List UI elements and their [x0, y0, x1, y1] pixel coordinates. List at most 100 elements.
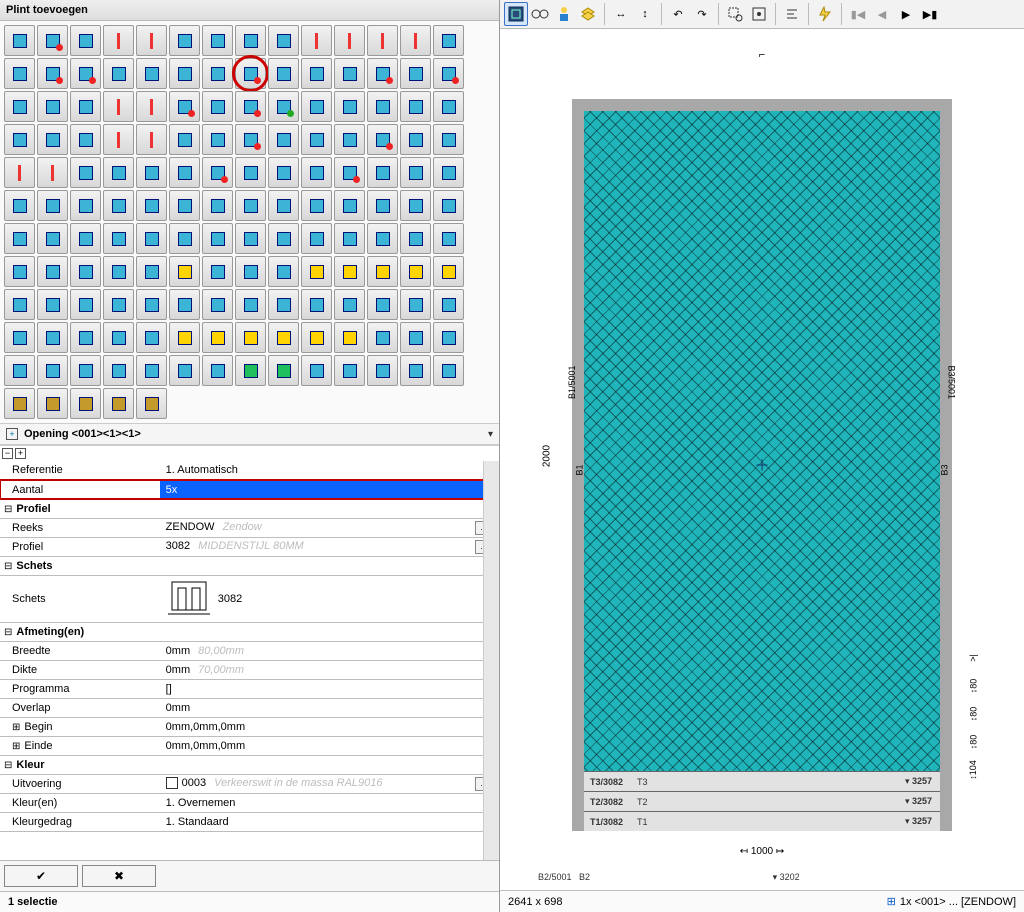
tool-button[interactable]	[202, 355, 233, 386]
prev-icon[interactable]: ◀	[870, 2, 894, 26]
tool-button[interactable]	[268, 322, 299, 353]
tool-button[interactable]	[169, 91, 200, 122]
tool-button[interactable]	[4, 388, 35, 419]
tool-button[interactable]	[136, 58, 167, 89]
tool-button[interactable]	[70, 388, 101, 419]
tool-button[interactable]	[334, 223, 365, 254]
tool-button[interactable]	[367, 91, 398, 122]
tool-button[interactable]	[37, 256, 68, 287]
expand-icon[interactable]: +	[6, 428, 18, 440]
tool-button[interactable]	[235, 25, 266, 56]
tool-button[interactable]	[4, 124, 35, 155]
tool-button[interactable]	[433, 91, 464, 122]
tool-button[interactable]	[334, 25, 365, 56]
tool-button[interactable]	[334, 190, 365, 221]
tool-button[interactable]	[400, 256, 431, 287]
tool-button[interactable]	[235, 91, 266, 122]
drawing-canvas[interactable]: ⌐ B4/5001 B4 3202 2000 B1 B3	[500, 29, 1024, 890]
tool-button[interactable]	[433, 322, 464, 353]
tool-button[interactable]	[103, 322, 134, 353]
tool-button[interactable]	[400, 25, 431, 56]
tool-button[interactable]	[103, 190, 134, 221]
tool-button[interactable]	[136, 124, 167, 155]
center-dot-icon[interactable]	[747, 2, 771, 26]
tool-button[interactable]	[400, 289, 431, 320]
tool-button[interactable]	[301, 322, 332, 353]
tool-button[interactable]	[235, 289, 266, 320]
tool-button[interactable]	[103, 223, 134, 254]
tool-button[interactable]	[334, 322, 365, 353]
prop-value-uitvoering[interactable]: 0003Verkeerswit in de massa RAL9016…	[160, 774, 499, 793]
tool-button[interactable]	[136, 322, 167, 353]
tool-button[interactable]	[268, 223, 299, 254]
tool-button[interactable]	[235, 322, 266, 353]
tool-button[interactable]	[169, 124, 200, 155]
chevron-down-icon[interactable]: ▾	[488, 429, 493, 440]
tool-button-highlighted[interactable]	[235, 58, 266, 89]
tool-button[interactable]	[235, 190, 266, 221]
tool-button[interactable]	[37, 124, 68, 155]
tool-button[interactable]	[103, 25, 134, 56]
prop-value-reeks[interactable]: ZENDOWZendow…	[160, 518, 499, 537]
tool-button[interactable]	[433, 157, 464, 188]
prop-value-overlap[interactable]: 0mm	[160, 698, 499, 717]
tool-button[interactable]	[301, 355, 332, 386]
tool-button[interactable]	[4, 355, 35, 386]
tool-button[interactable]	[268, 256, 299, 287]
tool-button[interactable]	[367, 157, 398, 188]
fit-height-icon[interactable]: ↕	[633, 2, 657, 26]
tool-button[interactable]	[70, 25, 101, 56]
tool-button[interactable]	[103, 124, 134, 155]
tool-button[interactable]	[367, 256, 398, 287]
cancel-button[interactable]: ✖	[82, 865, 156, 887]
tool-button[interactable]	[268, 58, 299, 89]
tool-button[interactable]	[301, 124, 332, 155]
tool-button[interactable]	[70, 58, 101, 89]
tool-button[interactable]	[70, 124, 101, 155]
tool-button[interactable]	[169, 58, 200, 89]
tool-button[interactable]	[367, 223, 398, 254]
tool-button[interactable]	[136, 25, 167, 56]
tool-button[interactable]	[4, 157, 35, 188]
tool-button[interactable]	[367, 355, 398, 386]
layers-icon[interactable]	[576, 2, 600, 26]
tool-button[interactable]	[367, 289, 398, 320]
tool-button[interactable]	[202, 256, 233, 287]
section-profiel[interactable]: Profiel	[0, 499, 499, 518]
tool-button[interactable]	[400, 355, 431, 386]
tool-button[interactable]	[202, 223, 233, 254]
tool-button[interactable]	[268, 355, 299, 386]
tool-button[interactable]	[400, 190, 431, 221]
tool-button[interactable]	[334, 256, 365, 287]
fit-width-icon[interactable]: ↔	[609, 2, 633, 26]
tool-button[interactable]	[70, 355, 101, 386]
tool-button[interactable]	[202, 124, 233, 155]
window-frame[interactable]: B1 B3 T3/3082T3▾ 3257 T2/3082T2▾ 3257 T1…	[572, 99, 952, 831]
tool-button[interactable]	[136, 223, 167, 254]
tool-button[interactable]	[433, 355, 464, 386]
tool-button[interactable]	[4, 289, 35, 320]
tool-button[interactable]	[235, 355, 266, 386]
tool-button[interactable]	[37, 58, 68, 89]
tool-button[interactable]	[136, 256, 167, 287]
tool-button[interactable]	[70, 289, 101, 320]
tool-button[interactable]	[202, 25, 233, 56]
tool-button[interactable]	[202, 58, 233, 89]
tool-button[interactable]	[70, 322, 101, 353]
tool-button[interactable]	[37, 25, 68, 56]
plinth-row[interactable]: T1/3082T1▾ 3257	[584, 811, 940, 831]
tool-button[interactable]	[301, 289, 332, 320]
tool-button[interactable]	[301, 91, 332, 122]
tool-button[interactable]	[136, 190, 167, 221]
tool-button[interactable]	[367, 124, 398, 155]
person-icon[interactable]	[552, 2, 576, 26]
tool-button[interactable]	[169, 157, 200, 188]
tool-button[interactable]	[334, 58, 365, 89]
tool-button[interactable]	[37, 289, 68, 320]
tool-button[interactable]	[70, 91, 101, 122]
tool-button[interactable]	[169, 289, 200, 320]
prop-value-programma[interactable]: []	[160, 679, 499, 698]
section-kleur[interactable]: Kleur	[0, 755, 499, 774]
tool-button[interactable]	[268, 157, 299, 188]
tool-button[interactable]	[334, 157, 365, 188]
